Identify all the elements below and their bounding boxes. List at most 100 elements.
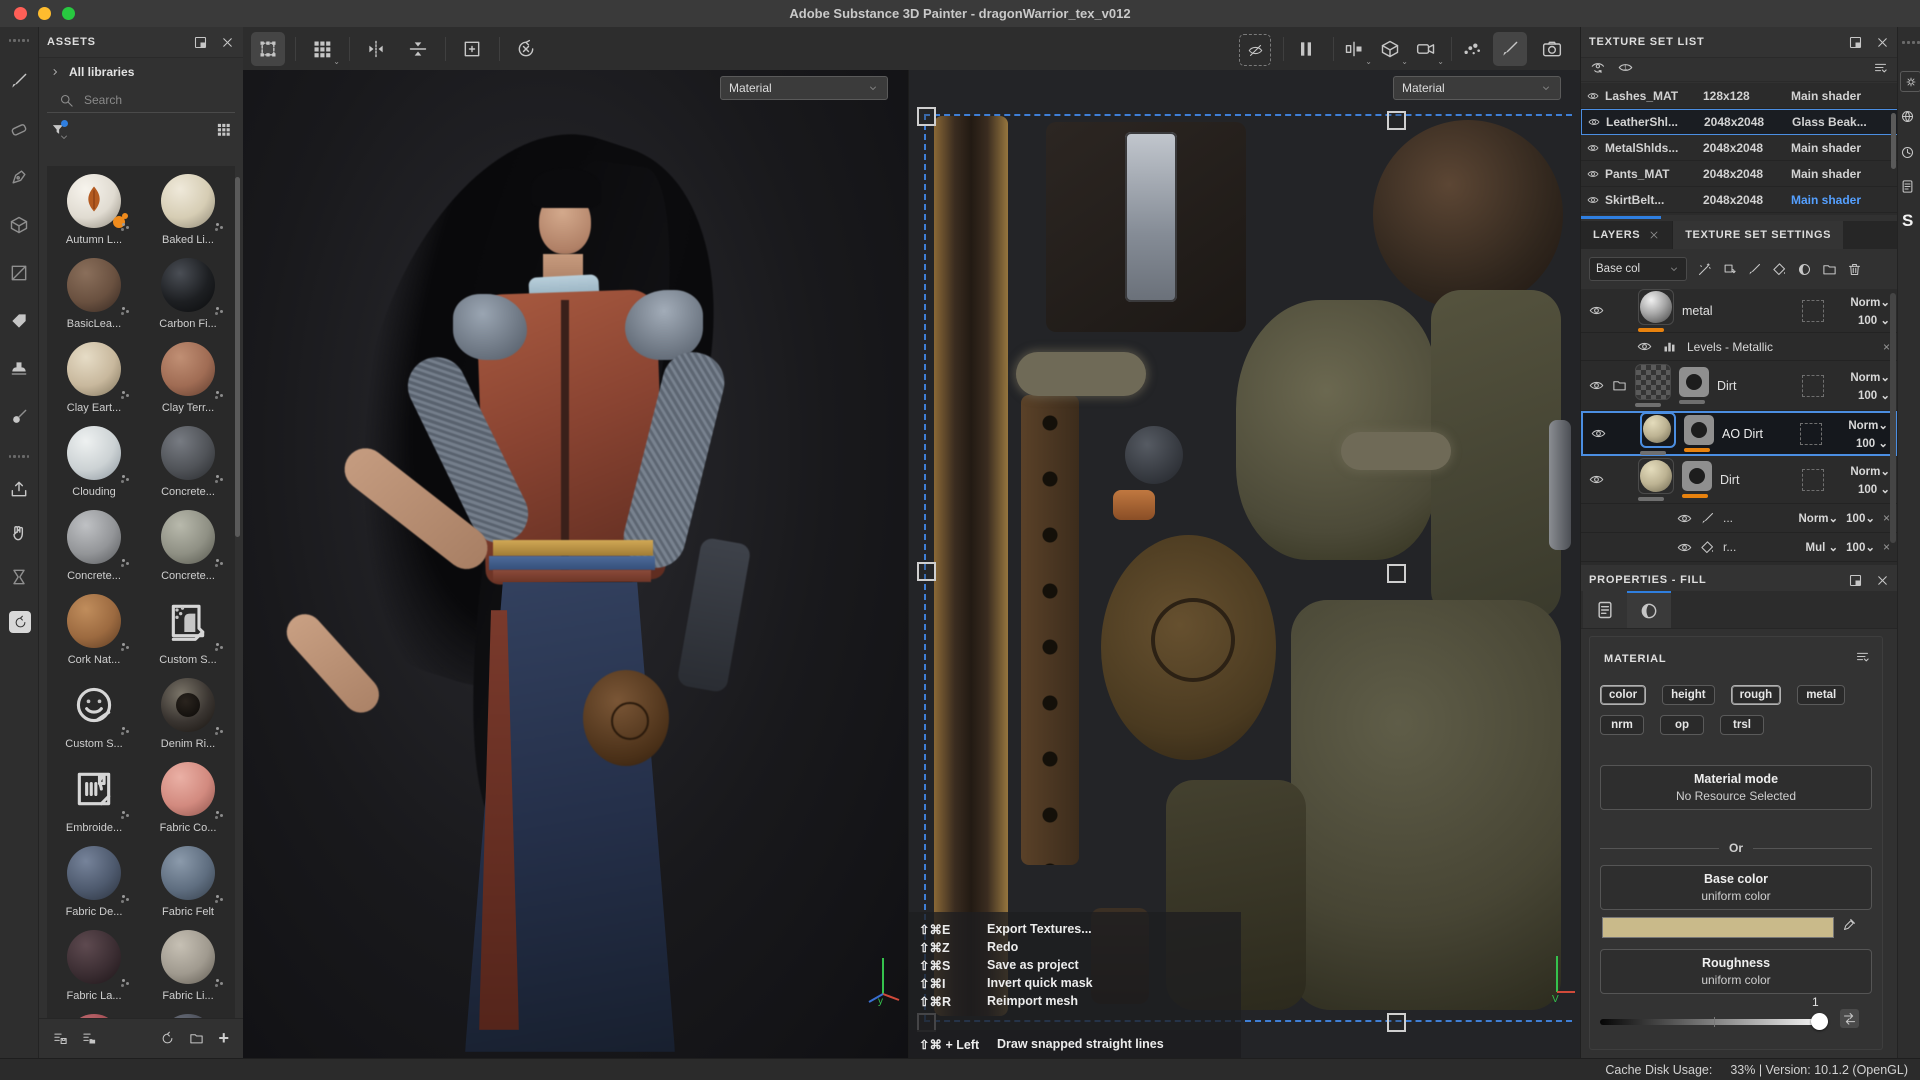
shader-settings-icon[interactable] <box>1900 109 1920 129</box>
asset-thumbnail[interactable] <box>161 174 215 228</box>
layer-thumbnail[interactable] <box>1640 412 1676 448</box>
group-thumbnail[interactable] <box>1635 364 1671 400</box>
tab-texture-set-settings[interactable]: TEXTURE SET SETTINGS <box>1672 221 1843 249</box>
asset-thumbnail[interactable] <box>161 258 215 312</box>
add-mask-icon[interactable] <box>1797 262 1812 277</box>
channel-toggle-button[interactable]: rough <box>1731 685 1782 705</box>
layer-thumbnail[interactable] <box>1638 289 1674 325</box>
asset-thumbnail[interactable] <box>161 846 215 900</box>
asset-thumbnail[interactable] <box>67 510 121 564</box>
opacity-select[interactable]: 100⌄ <box>1846 511 1875 525</box>
asset-item[interactable]: Fabric Co... <box>141 762 235 846</box>
asset-item[interactable]: Carbon Fi... <box>141 258 235 342</box>
layer-effect-row-levels[interactable]: Levels - Metallic × <box>1581 333 1898 361</box>
opacity-select[interactable]: 100 ⌄ <box>1832 482 1890 496</box>
asset-item[interactable]: Fabric Felt <box>141 846 235 930</box>
asset-item[interactable]: Baked Li... <box>141 174 235 258</box>
effect-name[interactable]: r... <box>1723 540 1798 554</box>
channel-toggle-button[interactable]: nrm <box>1600 715 1644 735</box>
channel-toggle-button[interactable]: op <box>1660 715 1704 735</box>
split-view-icon[interactable]: ⌄ <box>1337 32 1371 66</box>
asset-item[interactable]: Clouding <box>47 426 141 510</box>
close-panel-icon[interactable] <box>1875 573 1890 588</box>
blend-mode-select[interactable]: Norm⌄ <box>1832 464 1890 478</box>
log-icon[interactable] <box>1900 179 1920 199</box>
asset-thumbnail[interactable] <box>161 762 215 816</box>
visibility-eye-icon[interactable] <box>1677 540 1692 555</box>
mask-effect-row-paint[interactable]: ... Norm⌄ 100⌄ × <box>1581 504 1898 533</box>
asset-thumbnail[interactable] <box>161 678 215 732</box>
assets-scrollbar[interactable] <box>235 177 240 537</box>
layer-row-metal[interactable]: metal Norm⌄ 100 ⌄ <box>1581 289 1898 333</box>
blend-mode-select[interactable]: Norm⌄ <box>1798 511 1838 525</box>
effect-name[interactable]: Levels - Metallic <box>1687 340 1873 354</box>
paint-brush-icon[interactable] <box>1493 32 1527 66</box>
exclude-visibility-icon[interactable] <box>1239 34 1271 66</box>
asset-item[interactable]: Concrete... <box>47 510 141 594</box>
add-smart-material-icon[interactable] <box>1697 262 1712 277</box>
layer-name[interactable]: metal <box>1682 304 1794 318</box>
opacity-select[interactable]: 100⌄ <box>1846 540 1875 554</box>
viewport-3d[interactable]: Material y <box>243 70 908 1058</box>
hourglass-icon[interactable] <box>9 567 29 587</box>
opacity-select[interactable]: 100 ⌄ <box>1832 388 1890 402</box>
asset-thumbnail[interactable] <box>161 426 215 480</box>
selection-handle[interactable] <box>1387 111 1406 130</box>
swap-values-icon[interactable] <box>1840 1009 1859 1028</box>
viewport2d-material-select[interactable]: Material <box>1393 76 1561 100</box>
channel-toggle-button[interactable]: color <box>1600 685 1646 705</box>
channel-toggle-button[interactable]: height <box>1662 685 1715 705</box>
mask-thumbnail[interactable] <box>1679 367 1709 397</box>
paint-tool[interactable] <box>9 71 29 91</box>
texture-set-row[interactable]: SkirtBelt... 2048x2048 Main shader <box>1581 187 1898 213</box>
asset-item[interactable]: Autumn L... <box>47 174 141 258</box>
visibility-eye-icon[interactable] <box>1588 116 1600 128</box>
rail-drag-handle-icon[interactable] <box>9 39 29 59</box>
blend-mode-select[interactable]: Norm⌄ <box>1830 418 1888 432</box>
base-color-button[interactable]: Base color uniform color <box>1600 865 1872 910</box>
visibility-eye-icon[interactable] <box>1637 339 1652 354</box>
asset-item[interactable]: Fabric De... <box>47 846 141 930</box>
projection-tool[interactable] <box>9 167 29 187</box>
asset-item[interactable]: Fabric La... <box>47 930 141 1014</box>
asset-thumbnail[interactable] <box>67 258 121 312</box>
viewport-2d[interactable]: ⇧⌘E Export Textures... ⇧⌘Z Redo ⇧⌘S Save… <box>908 70 1581 1058</box>
toggle-all-visibility-icon[interactable] <box>1591 60 1606 75</box>
channel-filter-select[interactable]: Base col <box>1589 257 1687 281</box>
asset-thumbnail[interactable] <box>67 846 121 900</box>
delete-layer-icon[interactable] <box>1847 262 1862 277</box>
tab-layers[interactable]: LAYERS <box>1581 221 1672 249</box>
asset-thumbnail[interactable] <box>161 342 215 396</box>
asset-item[interactable]: Fabric Li... <box>141 930 235 1014</box>
mask-thumbnail[interactable] <box>1682 461 1712 491</box>
blend-mode-select[interactable]: Norm⌄ <box>1832 295 1890 309</box>
eyedropper-icon[interactable] <box>1842 917 1857 932</box>
roughness-slider-handle[interactable] <box>1811 1013 1828 1030</box>
opacity-select[interactable]: 100 ⌄ <box>1832 313 1890 327</box>
substance-share-icon[interactable]: S <box>1902 211 1920 231</box>
smart-material-tool[interactable] <box>9 311 29 331</box>
transform-icon[interactable] <box>251 32 285 66</box>
base-color-swatch[interactable] <box>1602 917 1834 938</box>
roughness-slider[interactable] <box>1600 1019 1828 1025</box>
add-frame-icon[interactable] <box>455 32 489 66</box>
history-icon[interactable] <box>1900 145 1920 165</box>
asset-item[interactable]: Custom S... <box>47 678 141 762</box>
texture-set-row[interactable]: MetalShlds... 2048x2048 Main shader <box>1581 135 1898 161</box>
mask-thumbnail[interactable] <box>1684 415 1714 445</box>
layer-row-dirt-group[interactable]: Dirt Norm⌄ 100 ⌄ <box>1581 361 1898 411</box>
effect-name[interactable]: ... <box>1723 511 1790 525</box>
asset-thumbnail[interactable] <box>67 930 121 984</box>
tiling-icon[interactable]: ⌄ <box>305 32 339 66</box>
channel-toggle-button[interactable]: metal <box>1797 685 1845 705</box>
refresh-assets-icon[interactable] <box>160 1031 175 1046</box>
list-options-icon[interactable] <box>1873 60 1888 75</box>
selection-handle[interactable] <box>1387 564 1406 583</box>
layer-name[interactable]: AO Dirt <box>1722 427 1792 441</box>
section-options-icon[interactable] <box>1855 649 1870 664</box>
texture-set-vscroll[interactable] <box>1891 113 1896 169</box>
remove-effect-icon[interactable]: × <box>1883 540 1890 554</box>
float-panel-icon[interactable] <box>1848 573 1863 588</box>
asset-item[interactable]: Cork Nat... <box>47 594 141 678</box>
visibility-eye-icon[interactable] <box>1587 90 1599 102</box>
